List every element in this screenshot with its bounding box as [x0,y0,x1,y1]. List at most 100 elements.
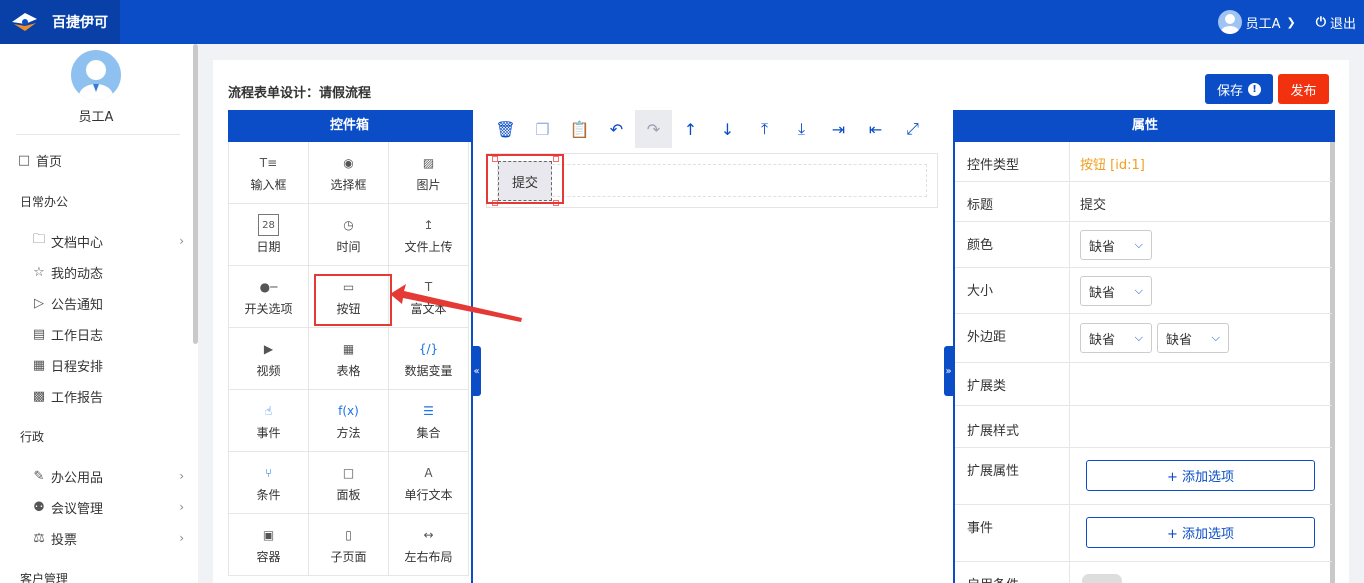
widget-label: 视频 [256,364,281,378]
sidebar-item-vote[interactable]: ⚖ 投票 › [31,525,192,551]
move-top-icon[interactable]: ⤒ [746,110,783,148]
delete-icon[interactable]: 🗑 [487,110,524,148]
size-select[interactable]: 缺省 ⌵ [1080,276,1152,306]
sidebar-item-notice[interactable]: ▷ 公告通知 [31,290,192,316]
widget-event[interactable]: ☝ 事件 [229,390,309,452]
margin-select-2[interactable]: 缺省 ⌵ [1157,323,1229,353]
widget-label: 时间 [336,240,361,254]
widget-label: 条件 [256,488,281,502]
chevron-right-icon: › [179,469,184,483]
logo-icon [12,13,37,31]
widget-label: 方法 [336,426,361,440]
sidebar-item-activity[interactable]: ☆ 我的动态 [31,259,192,285]
publish-button[interactable]: 发布 [1278,74,1329,104]
widget-label: 文件上传 [404,240,453,254]
widget-image[interactable]: ▨ 图片 [389,142,469,204]
chevron-down-icon: ⌵ [1211,331,1220,344]
add-event-button[interactable]: + 添加选项 [1086,517,1315,548]
move-up-icon[interactable]: ↑ [672,110,709,148]
save-label: 保存 [1216,83,1243,99]
sidebar-scrollbar[interactable] [193,44,198,344]
margin-select-1[interactable]: 缺省 ⌵ [1080,323,1152,353]
move-down-icon[interactable]: ↓ [709,110,746,148]
sidebar: 员工A □ 首页 日常办公 🗀 文档中心 › ☆ 我的动态 ▷ 公告通知 ▤ 工… [0,44,198,583]
sidebar-item-worklog[interactable]: ▤ 工作日志 [31,321,192,347]
edit-icon: ✎ [33,468,45,484]
collapse-right-icon[interactable]: » [944,346,953,396]
sidebar-item-schedule[interactable]: ▦ 日程安排 [31,352,192,378]
widget-panel[interactable]: □ 面板 [309,452,389,514]
widget-condition[interactable]: ⑂ 条件 [229,452,309,514]
collapse-left-icon[interactable]: « [472,346,481,396]
chevron-down-icon: ⌵ [1134,238,1143,251]
container-icon: ▣ [262,528,275,542]
add-attr-button[interactable]: + 添加选项 [1086,460,1315,491]
save-button[interactable]: 保存 ! [1205,74,1273,104]
prop-row-title: 标题 提交 [955,182,1332,222]
widget-text-input[interactable]: T≡ 输入框 [229,142,309,204]
prop-title-value[interactable]: 提交 [1080,194,1106,213]
ext-class-input[interactable] [1069,363,1332,405]
widget-table[interactable]: ▦ 表格 [309,328,389,390]
calendar-icon: ▦ [32,357,46,373]
move-bottom-icon[interactable]: ⤓ [783,110,820,148]
enable-toggle[interactable] [1082,574,1122,583]
info-icon: ! [1248,82,1261,96]
sidebar-group-admin: 行政 [20,430,45,444]
widget-clock[interactable]: ◷ 时间 [309,204,389,266]
chevron-right-icon: › [179,500,184,514]
redo-icon[interactable]: ↷ [635,110,672,148]
widget-radio[interactable]: ◉ 选择框 [309,142,389,204]
widget-subpage[interactable]: ▯ 子页面 [309,514,389,576]
ext-style-input[interactable] [1069,406,1332,447]
prop-label: 事件 [967,521,994,536]
power-icon: ⏻ [1315,14,1326,30]
widget-layout[interactable]: ↔ 左右布局 [389,514,469,576]
sidebar-item-home[interactable]: □ 首页 [16,147,192,173]
widget-date[interactable]: 28 日期 [229,204,309,266]
copy-icon[interactable]: ❐ [524,110,561,148]
prop-row-ext-attr: 扩展属性 + 添加选项 [955,448,1332,505]
sidebar-item-docs[interactable]: 🗀 文档中心 › [31,228,192,254]
radio-icon: ◉ [343,156,354,170]
prop-label: 大小 [967,284,994,299]
widget-video[interactable]: ▶ 视频 [229,328,309,390]
log-icon: ▤ [32,326,46,342]
sidebar-item-label: 投票 [51,532,78,548]
widget-container[interactable]: ▣ 容器 [229,514,309,576]
expand-icon[interactable]: ⤢ [894,110,931,148]
avatar[interactable] [71,50,121,100]
widget-upload[interactable]: ↥ 文件上传 [389,204,469,266]
prop-row-color: 颜色 缺省 ⌵ [955,222,1332,268]
prop-row-ext-class: 扩展类 [955,363,1332,406]
logout-button[interactable]: ⏻ 退出 [1316,13,1356,32]
widget-label: 开关选项 [244,302,293,316]
canvas-toolbar: 🗑 ❐ 📋 ↶ ↷ ↑ ↓ ⤒ ⤓ ⇥ ⇤ ⤢ [487,110,947,148]
sidebar-item-report[interactable]: ▩ 工作报告 [31,383,192,409]
color-select[interactable]: 缺省 ⌵ [1080,230,1152,260]
move-in-icon[interactable]: ⇥ [820,110,857,148]
widget-label: 子页面 [330,550,367,564]
widget-label: 输入框 [250,178,287,192]
widget-singleline[interactable]: A 单行文本 [389,452,469,514]
undo-icon[interactable]: ↶ [598,110,635,148]
sidebar-item-label: 公告通知 [51,297,104,313]
prop-label: 扩展类 [967,379,1007,394]
select-value: 缺省 [1166,332,1193,348]
widget-label: 选择框 [330,178,367,192]
user-menu[interactable]: 员工A ❯ [1217,10,1296,34]
prop-row-enable: 启用条件 [955,562,1332,583]
prop-row-event: 事件 + 添加选项 [955,505,1332,562]
sidebar-item-meeting[interactable]: ⚉ 会议管理 › [31,494,192,520]
paste-icon[interactable]: 📋 [561,110,598,148]
widget-switch[interactable]: ●─ 开关选项 [229,266,309,328]
brand[interactable]: 百捷伊可 [0,0,120,44]
widget-collection[interactable]: ☰ 集合 [389,390,469,452]
chevron-down-icon: ❯ [1286,15,1296,29]
widget-variable[interactable]: {/} 数据变量 [389,328,469,390]
widget-function[interactable]: f(x) 方法 [309,390,389,452]
move-out-icon[interactable]: ⇤ [857,110,894,148]
condition-icon: ⑂ [264,466,273,480]
user-avatar-icon [1217,10,1242,34]
sidebar-item-supplies[interactable]: ✎ 办公用品 › [31,463,192,489]
